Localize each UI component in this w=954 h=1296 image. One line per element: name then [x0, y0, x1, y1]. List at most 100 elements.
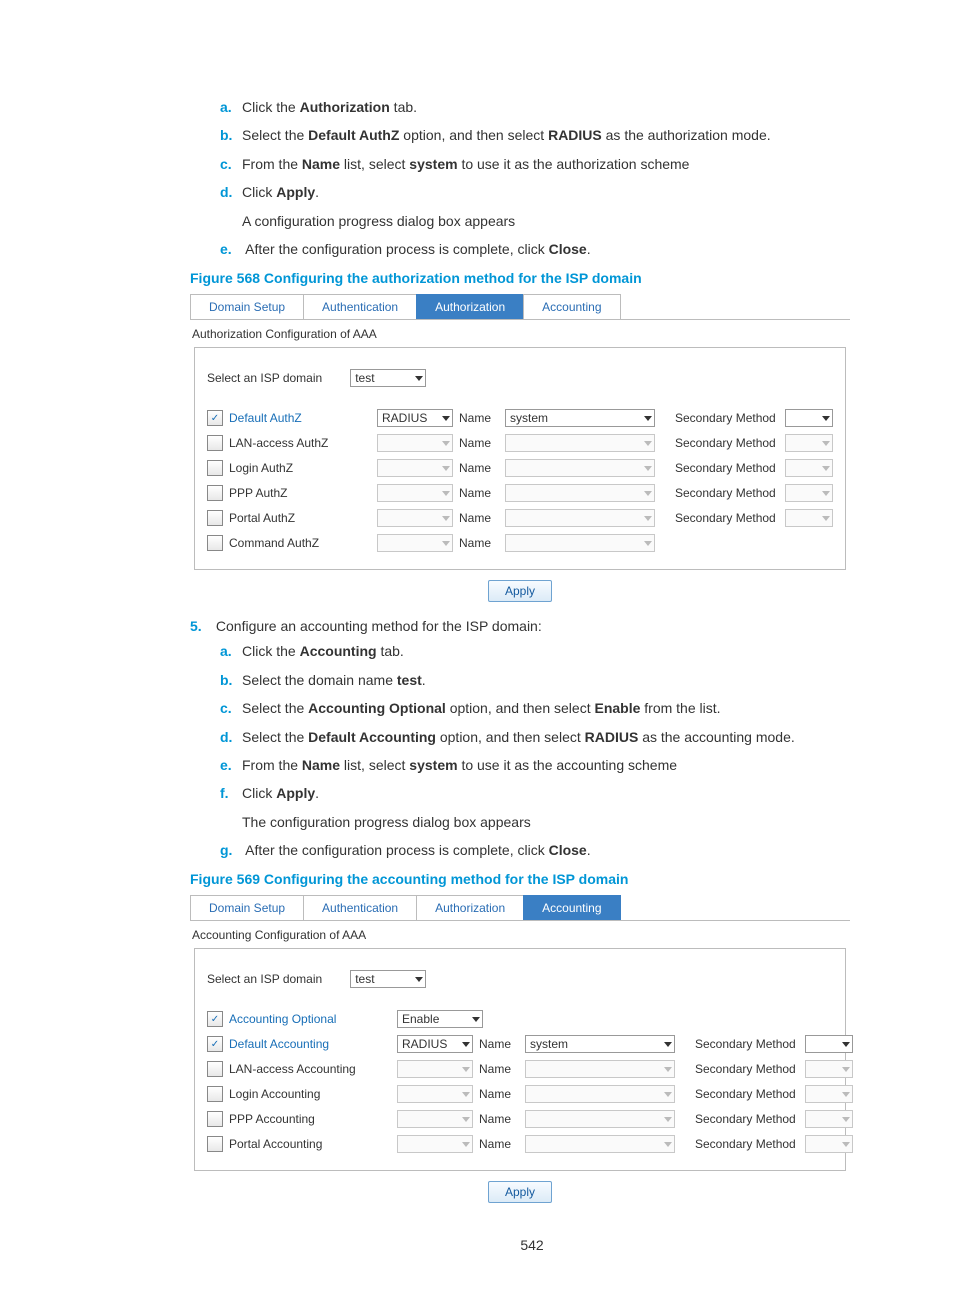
name-label: Name [455, 511, 505, 525]
secondary-method-label: Secondary Method [661, 411, 785, 425]
tab-authorization[interactable]: Authorization [416, 294, 524, 319]
row-label: Default Accounting [229, 1037, 329, 1051]
row-label-cell: Command AuthZ [207, 535, 377, 551]
name-dropdown-cell [525, 1135, 681, 1153]
step-marker: e. [220, 754, 242, 776]
sub-step: c.Select the Accounting Optional option,… [220, 697, 874, 719]
tab-authentication[interactable]: Authentication [303, 895, 417, 920]
accounting-sub-steps: a.Click the Accounting tab.b.Select the … [190, 640, 874, 804]
chevron-down-icon [822, 441, 830, 446]
tab-domain-setup[interactable]: Domain Setup [190, 895, 304, 920]
secondary-method-label: Secondary Method [661, 461, 785, 475]
checkbox[interactable] [207, 1136, 223, 1152]
name-dropdown-cell [505, 484, 661, 502]
step-text-post: . [587, 842, 591, 858]
chevron-down-icon [462, 1042, 470, 1047]
apply-button[interactable]: Apply [488, 580, 552, 602]
step-marker: f. [220, 782, 242, 804]
name-dropdown[interactable]: system [525, 1035, 675, 1053]
checkbox[interactable] [207, 460, 223, 476]
tab-bar: Domain SetupAuthenticationAuthorizationA… [190, 294, 850, 320]
checkbox[interactable] [207, 535, 223, 551]
acct-step-g-wrap: g. After the configuration process is co… [190, 839, 874, 861]
step-text: From the Name list, select system to use… [242, 156, 689, 172]
authz-step-e: e. After the configuration process is co… [220, 238, 874, 260]
mode-dropdown [397, 1060, 473, 1078]
row-label-cell: Portal Accounting [207, 1136, 397, 1152]
name-label: Name [475, 1137, 525, 1151]
mode-dropdown-cell [377, 534, 455, 552]
tab-accounting[interactable]: Accounting [523, 895, 620, 920]
name-dropdown-cell: system [525, 1035, 681, 1053]
checkbox[interactable] [207, 485, 223, 501]
step-marker: b. [220, 669, 242, 691]
name-label: Name [475, 1112, 525, 1126]
mode-dropdown[interactable]: RADIUS [397, 1035, 473, 1053]
chevron-down-icon [442, 466, 450, 471]
config-row: ✓Default AuthZRADIUSNamesystemSecondary … [207, 407, 833, 429]
mode-dropdown [397, 1110, 473, 1128]
tab-domain-setup[interactable]: Domain Setup [190, 294, 304, 319]
mode-dropdown-cell [397, 1135, 475, 1153]
mode-dropdown[interactable]: RADIUS [377, 409, 453, 427]
checkbox[interactable] [207, 510, 223, 526]
row-label: LAN-access Accounting [229, 1062, 356, 1076]
isp-domain-dropdown[interactable]: test [350, 970, 426, 988]
secondary-dropdown-cell [785, 409, 835, 427]
name-label: Name [455, 436, 505, 450]
mode-dropdown [377, 459, 453, 477]
secondary-method-dropdown[interactable] [785, 409, 833, 427]
accounting-optional-row: ✓ Accounting Optional Enable [207, 1008, 833, 1030]
checkbox[interactable]: ✓ [207, 410, 223, 426]
sub-step: f.Click Apply. [220, 782, 874, 804]
row-label-cell: PPP AuthZ [207, 485, 377, 501]
chevron-down-icon [822, 491, 830, 496]
row-label-cell: ✓ Accounting Optional [207, 1011, 397, 1027]
sub-step: b.Select the Default AuthZ option, and t… [220, 124, 874, 146]
checkbox[interactable] [207, 1086, 223, 1102]
config-row: PPP AuthZNameSecondary Method [207, 482, 833, 504]
checkbox[interactable] [207, 435, 223, 451]
mode-dropdown-cell [397, 1110, 475, 1128]
name-dropdown-cell [505, 509, 661, 527]
step-text: Click Apply. [242, 785, 319, 801]
name-dropdown[interactable]: system [505, 409, 655, 427]
secondary-dropdown-cell [805, 1110, 855, 1128]
checkbox[interactable]: ✓ [207, 1036, 223, 1052]
row-label: Login AuthZ [229, 461, 293, 475]
tab-authentication[interactable]: Authentication [303, 294, 417, 319]
chevron-down-icon [842, 1117, 850, 1122]
optional-dropdown[interactable]: Enable [397, 1010, 483, 1028]
secondary-dropdown-cell [785, 459, 835, 477]
step-marker: d. [220, 181, 242, 203]
row-label: Portal AuthZ [229, 511, 295, 525]
name-label: Name [475, 1037, 525, 1051]
step-text-post: . [587, 241, 591, 257]
secondary-method-label: Secondary Method [661, 436, 785, 450]
tab-authorization[interactable]: Authorization [416, 895, 524, 920]
name-dropdown-cell [525, 1060, 681, 1078]
sub-step: d.Click Apply. [220, 181, 874, 203]
step-text: Click Apply. [242, 184, 319, 200]
row-label: Accounting Optional [229, 1012, 336, 1026]
step-marker: d. [220, 726, 242, 748]
checkbox[interactable] [207, 1061, 223, 1077]
isp-domain-dropdown[interactable]: test [350, 369, 426, 387]
mode-dropdown [397, 1135, 473, 1153]
row-label-cell: LAN-access Accounting [207, 1061, 397, 1077]
secondary-method-dropdown [785, 484, 833, 502]
row-label-cell: ✓ Default Accounting [207, 1036, 397, 1052]
apply-button[interactable]: Apply [488, 1181, 552, 1203]
checkbox[interactable] [207, 1111, 223, 1127]
chevron-down-icon [442, 416, 450, 421]
chevron-down-icon [842, 1042, 850, 1047]
step-text-pre: After the configuration process is compl… [245, 241, 548, 257]
config-row: LAN-access AccountingNameSecondary Metho… [207, 1058, 833, 1080]
tab-accounting[interactable]: Accounting [523, 294, 620, 319]
checkbox[interactable]: ✓ [207, 1011, 223, 1027]
acct-step-g: g. After the configuration process is co… [220, 839, 874, 861]
secondary-method-dropdown[interactable] [805, 1035, 853, 1053]
step-text: Click the Accounting tab. [242, 643, 404, 659]
chevron-down-icon [415, 376, 423, 381]
row-label-cell: Portal AuthZ [207, 510, 377, 526]
